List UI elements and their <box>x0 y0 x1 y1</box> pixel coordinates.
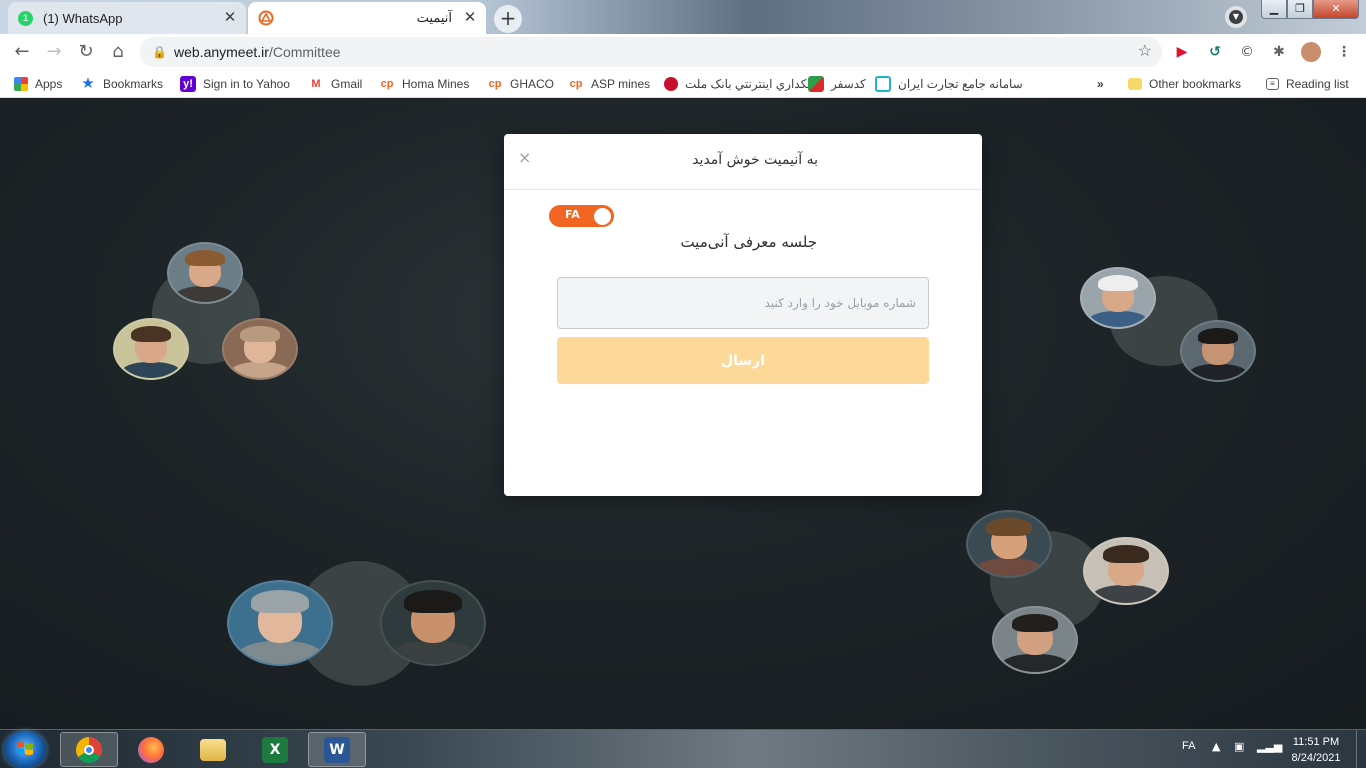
other-bookmarks[interactable]: Other bookmarks <box>1128 70 1241 98</box>
tab-close-icon[interactable]: ✕ <box>222 10 238 26</box>
bookmark-asp-mines[interactable]: cp ASP mines <box>568 70 651 98</box>
close-icon[interactable]: × <box>518 148 531 167</box>
participant-avatar <box>113 318 189 380</box>
yahoo-icon: y! <box>180 76 196 92</box>
language-toggle-label: FA <box>565 208 580 221</box>
tab-anymeet[interactable]: آنیمیت ✕ <box>248 2 486 34</box>
window-minimize-button[interactable]: ▁ <box>1261 0 1287 19</box>
bookmark-mellat[interactable]: بانکداري اينترنتي بانک ملت <box>664 70 818 98</box>
modal-title: به آنیمیت خوش آمدید <box>692 152 818 168</box>
extension-red-arrow-icon[interactable]: ▶ <box>1172 42 1192 62</box>
tab-whatsapp[interactable]: 1 (1) WhatsApp ✕ <box>8 2 246 34</box>
cp-icon: cp <box>569 78 583 90</box>
kadsafar-icon <box>808 76 824 92</box>
session-title: جلسه معرفی آنی‌میت <box>680 233 817 251</box>
participant-avatar <box>1083 537 1169 605</box>
participant-avatar <box>222 318 298 380</box>
chevron-down-icon: ▼ <box>1229 10 1243 24</box>
reading-list-icon: ≡ <box>1266 78 1279 90</box>
clock-date: 8/24/2021 <box>1291 752 1341 764</box>
participant-avatar <box>227 580 333 666</box>
bookmark-apps[interactable]: Apps <box>14 70 62 98</box>
profile-avatar[interactable] <box>1301 42 1321 62</box>
menu-kebab-icon[interactable]: ⋮ <box>1334 42 1354 62</box>
reading-list[interactable]: ≡ Reading list <box>1266 70 1349 98</box>
folder-icon <box>200 738 226 761</box>
extension-sync-icon[interactable]: ↺ <box>1205 42 1225 62</box>
mobile-number-input[interactable] <box>557 277 929 329</box>
folder-icon <box>1128 78 1142 90</box>
input-language-indicator[interactable]: FA <box>1182 740 1195 752</box>
address-bar[interactable]: 🔒 web.anymeet.ir/Committee ☆ <box>140 37 1162 67</box>
participant-avatar <box>1080 267 1156 329</box>
toggle-knob <box>594 208 611 225</box>
bookmark-homa-mines[interactable]: cp Homa Mines <box>379 70 470 98</box>
window-maximize-button[interactable]: ❐ <box>1287 0 1313 19</box>
browser-toolbar: ← → ↻ ⌂ 🔒 web.anymeet.ir/Committee ☆ ▶ ↺… <box>0 34 1366 70</box>
windows-taskbar: X W FA ▲ ▣ ▂▃▅ 11:51 PM 8/24/2021 <box>0 729 1366 768</box>
bookmark-yahoo[interactable]: y! Sign in to Yahoo <box>180 70 290 98</box>
participant-avatar <box>380 580 486 666</box>
bookmark-star-icon[interactable]: ☆ <box>1138 37 1152 67</box>
login-modal: × به آنیمیت خوش آمدید FA جلسه معرفی آنی‌… <box>504 134 982 496</box>
browser-tab-strip: 1 (1) WhatsApp ✕ آنیمیت ✕ + ▼ ▁ ❐ ✕ <box>0 0 1366 34</box>
bookmark-bookmarks[interactable]: ★ Bookmarks <box>80 70 163 98</box>
star-icon: ★ <box>81 75 95 92</box>
tray-expand-icon[interactable]: ▲ <box>1212 740 1220 753</box>
tab-title: آنیمیت <box>416 10 452 25</box>
cp-icon: cp <box>380 78 394 90</box>
taskbar-chrome[interactable] <box>60 732 118 767</box>
bookmark-ghaco[interactable]: cp GHACO <box>487 70 554 98</box>
taskbar-firefox[interactable] <box>122 732 180 767</box>
gmail-icon: M <box>311 78 321 90</box>
anymeet-logo-icon <box>258 10 274 26</box>
cp-icon: cp <box>488 78 502 90</box>
apps-grid-icon <box>14 77 28 91</box>
windows-logo-icon <box>17 742 33 755</box>
word-icon: W <box>324 736 350 763</box>
device-icon[interactable]: ▣ <box>1234 740 1244 753</box>
forward-button[interactable]: → <box>40 38 68 66</box>
modal-header: × به آنیمیت خوش آمدید <box>504 134 982 190</box>
chrome-icon <box>76 736 102 763</box>
taskbar-explorer[interactable] <box>184 732 242 767</box>
participant-avatar <box>992 606 1078 674</box>
participant-avatar <box>966 510 1052 578</box>
firefox-icon <box>138 736 164 763</box>
url-path: /Committee <box>268 44 341 60</box>
participant-avatar <box>1180 320 1256 382</box>
lock-icon: 🔒 <box>152 45 167 59</box>
taskbar-excel[interactable]: X <box>246 732 304 767</box>
back-button[interactable]: ← <box>8 38 36 66</box>
bookmark-gmail[interactable]: M Gmail <box>308 70 362 98</box>
language-toggle[interactable]: FA <box>549 205 614 227</box>
system-clock[interactable]: 11:51 PM 8/24/2021 <box>1284 734 1348 766</box>
clock-time: 11:51 PM <box>1292 736 1340 748</box>
tab-close-icon[interactable]: ✕ <box>462 10 478 26</box>
start-button[interactable] <box>4 731 46 768</box>
new-tab-button[interactable]: + <box>494 5 522 33</box>
submit-button[interactable]: ارسال <box>557 337 929 384</box>
taskbar-word[interactable]: W <box>308 732 366 767</box>
mellat-icon <box>664 77 678 91</box>
extensions-puzzle-icon[interactable]: ✱ <box>1269 42 1289 62</box>
whatsapp-badge-icon: 1 <box>18 10 33 26</box>
reload-button[interactable]: ↻ <box>72 38 100 66</box>
url-host: web.anymeet.ir <box>174 44 269 60</box>
bookmarks-overflow-button[interactable]: » <box>1097 70 1104 98</box>
tab-search-button[interactable]: ▼ <box>1225 6 1247 28</box>
tab-title: (1) WhatsApp <box>43 10 123 26</box>
home-button[interactable]: ⌂ <box>104 38 132 66</box>
bookmark-kadsafar[interactable]: کدسفر <box>808 70 866 98</box>
extension-c-icon[interactable]: © <box>1237 42 1257 62</box>
network-signal-icon[interactable]: ▂▃▅ <box>1257 740 1282 753</box>
excel-icon: X <box>262 736 288 763</box>
show-desktop-button[interactable] <box>1356 730 1366 768</box>
bookmarks-bar: Apps ★ Bookmarks y! Sign in to Yahoo M G… <box>0 70 1366 98</box>
participant-avatar <box>167 242 243 304</box>
bookmark-ntsw[interactable]: سامانه جامع تجارت ایران <box>875 70 1023 98</box>
window-close-button[interactable]: ✕ <box>1313 0 1359 19</box>
ntsw-icon <box>875 76 891 92</box>
